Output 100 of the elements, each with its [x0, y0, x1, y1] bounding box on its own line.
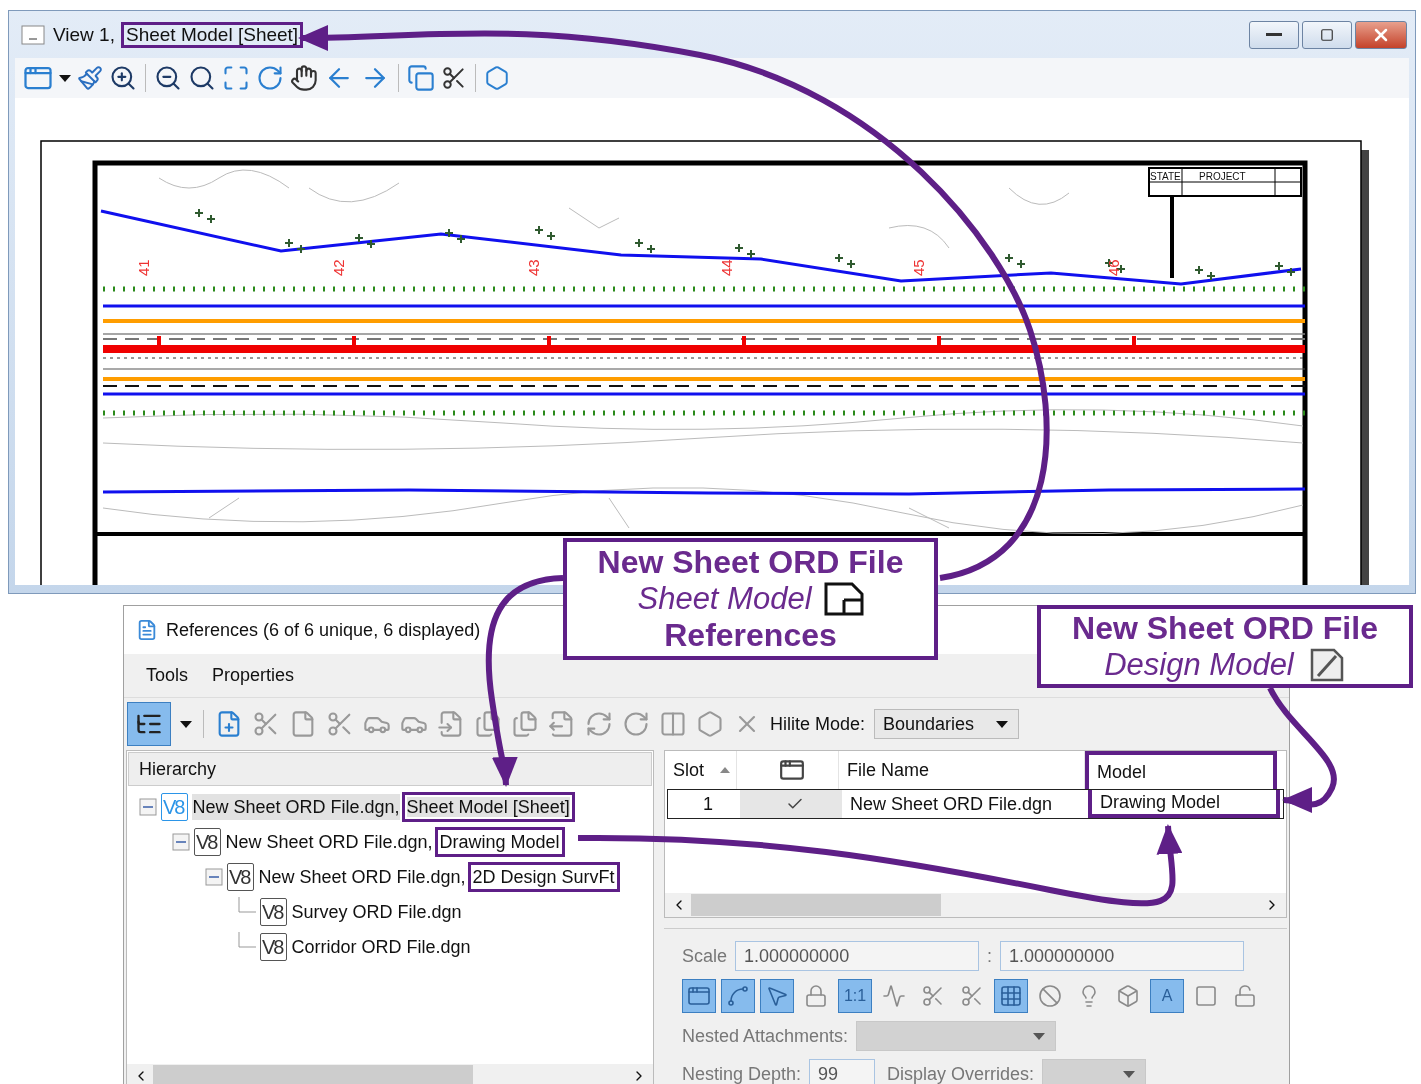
tree-connector-icon [238, 896, 256, 913]
scrollbar[interactable] [127, 1064, 653, 1084]
document-icon [136, 619, 158, 641]
brush-icon[interactable] [77, 65, 103, 91]
grid-icon [999, 984, 1023, 1008]
station-label: 46 [1105, 259, 1122, 276]
column-header[interactable]: Slot [665, 751, 737, 789]
rectangle-icon [1194, 984, 1218, 1008]
caret-icon [1123, 1070, 1136, 1078]
hilite-mode-label: Hilite Mode: [770, 713, 866, 735]
format-badge: V8 [260, 932, 288, 961]
open-lock-icon [1233, 984, 1257, 1008]
field-label: Nesting Depth: [682, 1063, 802, 1084]
format-badge: V8 [227, 862, 255, 891]
close-button[interactable] [1355, 20, 1407, 49]
input-field[interactable]: 99 [809, 1059, 876, 1084]
station-label: 43 [525, 259, 542, 276]
file-name[interactable]: Survey ORD File.dgn [291, 898, 462, 925]
station-label: 45 [910, 259, 927, 276]
hand-icon[interactable] [290, 64, 318, 92]
zoom-in-icon[interactable] [109, 64, 137, 92]
dialog-title: References (6 of 6 unique, 6 displayed) [166, 619, 481, 641]
hexagon-icon[interactable] [484, 65, 510, 91]
caret-icon[interactable] [180, 720, 192, 728]
toggle-button[interactable] [760, 979, 794, 1013]
file-name[interactable]: New Sheet ORD File.dgn, [258, 863, 466, 890]
table-cell-text: 1 [702, 792, 714, 816]
input-field[interactable]: 1.000000000 [1000, 941, 1245, 971]
expand-icon[interactable] [222, 64, 250, 92]
file-name[interactable]: New Sheet ORD File.dgn, [192, 793, 400, 820]
file-name[interactable]: Corridor ORD File.dgn [291, 933, 471, 960]
window-title-model: Sheet Model [Sheet] [122, 23, 302, 46]
table-cell: Drawing Model [1088, 790, 1280, 818]
station-label: 42 [330, 259, 347, 276]
window-icon [21, 23, 45, 46]
column-header[interactable]: File Name [839, 751, 1085, 789]
callout-title: New Sheet ORD File [1072, 610, 1378, 648]
expander-icon[interactable] [205, 867, 223, 886]
column-header: Hierarchy [128, 752, 652, 786]
separator-text: : [987, 945, 993, 967]
toggle-button[interactable] [994, 979, 1028, 1013]
window-title: View 1, [53, 23, 115, 46]
menu-item[interactable]: Properties [212, 665, 295, 686]
pointer-icon [765, 984, 789, 1008]
minimize-icon [1266, 33, 1282, 36]
format-badge: V8 [194, 827, 222, 856]
file-name[interactable]: New Sheet ORD File.dgn, [225, 828, 433, 855]
menu-item[interactable]: Tools [146, 665, 189, 686]
column-header[interactable]: Model [1085, 751, 1277, 789]
rotate-icon[interactable] [256, 64, 284, 92]
tree-view-button[interactable] [127, 702, 171, 746]
refresh-icon[interactable] [585, 710, 613, 738]
field-label: Nested Attachments: [682, 1025, 849, 1047]
files-icon[interactable] [474, 710, 502, 738]
table-cell-text: New Sheet ORD File.dgn [849, 792, 1054, 816]
magnifier-icon[interactable] [188, 64, 216, 92]
scrollbar[interactable] [665, 893, 1286, 917]
format-badge: V8 [161, 792, 189, 821]
title-block-heading: STATE [1150, 171, 1181, 182]
cube-icon [1116, 984, 1140, 1008]
title-block-heading: PROJECT [1199, 171, 1246, 182]
minimize-button[interactable] [1249, 20, 1299, 49]
model-name[interactable]: Drawing Model [436, 828, 563, 855]
scale-label: Scale [682, 945, 728, 967]
hilite-mode-dropdown[interactable]: Boundaries [874, 709, 1020, 739]
window-icon [778, 757, 805, 783]
station-label: 44 [718, 259, 735, 276]
view-icon [687, 984, 711, 1008]
maximize-icon [1320, 27, 1334, 42]
caret-icon[interactable] [59, 74, 71, 82]
toggle-button[interactable] [682, 979, 716, 1013]
scissors-icon [960, 984, 984, 1008]
lock-icon [804, 984, 828, 1008]
pulse-icon [882, 984, 906, 1008]
caret-icon [1033, 1032, 1046, 1040]
toggle-button[interactable] [721, 979, 755, 1013]
station-label: 41 [135, 259, 152, 276]
expander-icon[interactable] [172, 832, 190, 851]
callout-title: New Sheet ORD File [597, 544, 904, 582]
sheet-icon [823, 582, 864, 616]
format-badge: V8 [260, 897, 288, 926]
polyline-icon [726, 984, 750, 1008]
no-symbol-icon [1038, 984, 1062, 1008]
callout-model: Sheet Model [637, 581, 812, 617]
maximize-button[interactable] [1302, 20, 1352, 49]
caret-icon [996, 720, 1009, 728]
columns-icon[interactable] [659, 710, 687, 738]
model-name[interactable]: 2D Design SurvFt [469, 863, 618, 890]
rotate-icon[interactable] [622, 710, 650, 738]
scissors-icon[interactable] [441, 65, 467, 91]
input-field[interactable]: 1.000000000 [735, 941, 980, 971]
hexagon-icon[interactable] [696, 710, 724, 738]
expander-icon[interactable] [139, 797, 157, 816]
tree-connector-icon [238, 931, 256, 948]
scissors-icon [921, 984, 945, 1008]
windows-icon[interactable] [407, 64, 435, 92]
model-name[interactable]: Sheet Model [Sheet] [403, 793, 573, 820]
callout-caption: References [664, 616, 837, 654]
field-label: Display Overrides: [887, 1063, 1035, 1084]
zoom-out-icon[interactable] [154, 64, 182, 92]
